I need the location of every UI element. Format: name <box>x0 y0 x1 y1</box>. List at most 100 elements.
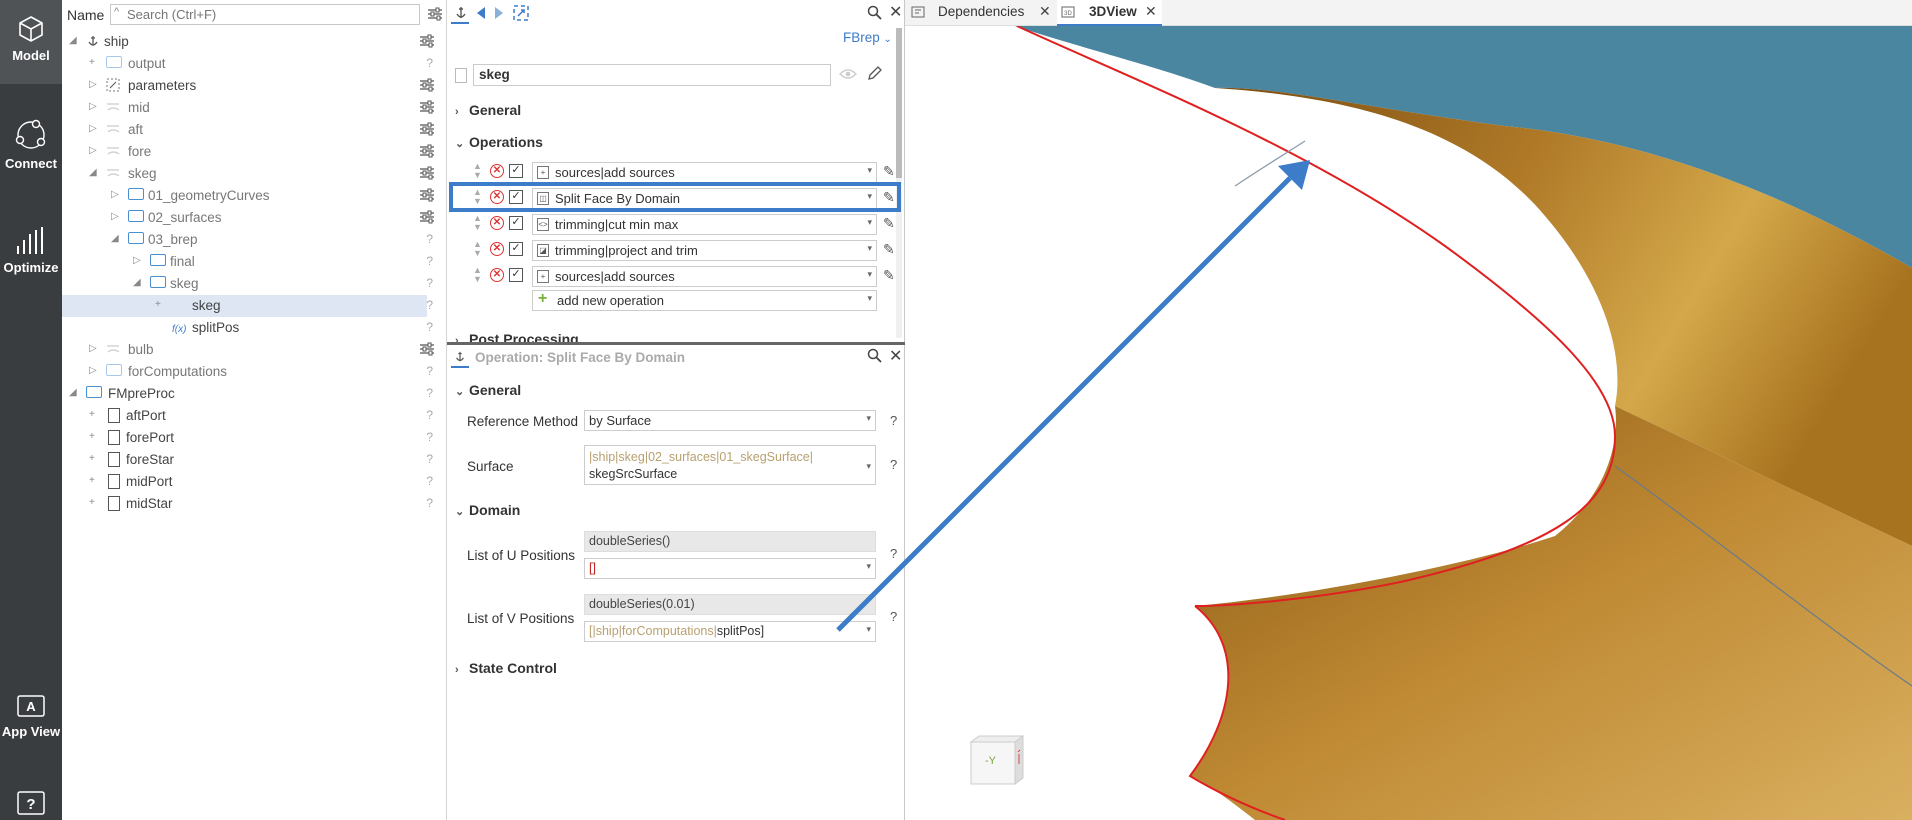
model-button[interactable]: Model <box>0 0 62 84</box>
v-positions-field[interactable]: [|ship|forComputations|splitPos] ▾ <box>584 621 876 642</box>
edit-pencil-icon[interactable]: ✎ <box>883 163 895 180</box>
tab-dependencies[interactable]: Dependencies ✕ <box>911 0 1056 26</box>
tree-row[interactable]: + skeg? <box>62 295 433 317</box>
expand-arrow-icon[interactable]: ◢ <box>89 167 97 178</box>
anchor-icon[interactable] <box>454 350 466 364</box>
help-icon[interactable]: ? <box>426 276 433 290</box>
enable-checkbox[interactable]: ✓ <box>509 216 523 230</box>
settings-sliders-icon[interactable] <box>419 210 435 227</box>
tree-row[interactable]: ▷ 02_surfaces <box>62 207 434 229</box>
tree-row[interactable]: + midStar? <box>62 493 433 515</box>
tree-row[interactable]: + forePort? <box>62 427 433 449</box>
search-icon[interactable] <box>867 5 882 20</box>
help-icon[interactable]: ? <box>426 320 433 334</box>
enable-checkbox[interactable]: ✓ <box>509 268 523 282</box>
help-icon[interactable]: ? <box>426 56 433 70</box>
expand-plus-icon[interactable]: + <box>155 299 161 310</box>
help-icon[interactable]: ? <box>426 232 433 246</box>
close-icon[interactable]: ✕ <box>889 346 902 366</box>
operations-section-header[interactable]: ⌄ Operations <box>455 134 543 150</box>
tree-row[interactable]: ◢ ship <box>62 31 434 53</box>
expand-plus-icon[interactable]: + <box>89 497 95 508</box>
operation-row[interactable]: ▲ ▼ ✕ ✓ ◫ Split Face By Domain ▾ ✎ <box>452 186 895 210</box>
search-icon[interactable] <box>867 348 882 363</box>
settings-sliders-icon[interactable] <box>419 78 435 95</box>
help-icon[interactable]: ? <box>426 364 433 378</box>
settings-sliders-icon[interactable] <box>419 342 435 359</box>
reorder-handle-icon[interactable]: ▲ ▼ <box>473 240 482 258</box>
scrollbar[interactable] <box>896 28 902 338</box>
help-icon[interactable]: ? <box>890 457 897 472</box>
help-icon[interactable]: ? <box>426 408 433 422</box>
help-icon[interactable]: ? <box>890 413 897 428</box>
expand-arrow-icon[interactable]: ◢ <box>111 233 119 244</box>
forward-arrow-icon[interactable] <box>493 6 505 20</box>
u-positions-field[interactable]: [] ▾ <box>584 558 876 579</box>
help-icon[interactable]: ? <box>426 386 433 400</box>
visibility-icon[interactable] <box>839 68 857 80</box>
edit-pencil-icon[interactable]: ✎ <box>883 241 895 258</box>
operation-field[interactable]: + sources|add sources ▾ <box>532 266 877 287</box>
expand-arrow-icon[interactable]: ◢ <box>133 277 141 288</box>
help-icon[interactable]: ? <box>890 546 897 561</box>
operation-field[interactable]: <> trimming|cut min max ▾ <box>532 214 877 235</box>
edit-pencil-icon[interactable] <box>867 65 883 81</box>
help-icon[interactable]: ? <box>426 474 433 488</box>
edit-pencil-icon[interactable]: ✎ <box>883 189 895 206</box>
operation-row[interactable]: ▲ ▼ ✕ ✓ + sources|add sources ▾ ✎ <box>452 264 895 288</box>
tree-row[interactable]: ◢ FMpreProc? <box>62 383 433 405</box>
3d-viewport[interactable]: -Y <box>905 26 1912 820</box>
settings-sliders-icon[interactable] <box>419 144 435 161</box>
help-icon[interactable]: ? <box>426 452 433 466</box>
orientation-cube[interactable]: -Y <box>965 732 1027 790</box>
settings-sliders-icon[interactable] <box>419 188 435 205</box>
expand-arrow-icon[interactable]: ▷ <box>89 343 97 354</box>
close-tab-icon[interactable]: ✕ <box>1145 3 1157 20</box>
tree-row[interactable]: ▷ parameters <box>62 75 434 97</box>
panel-splitter[interactable] <box>447 342 905 345</box>
help-icon[interactable]: ? <box>426 298 433 312</box>
expand-arrow-icon[interactable]: ▷ <box>89 145 97 156</box>
domain-section-header[interactable]: ⌄ Domain <box>455 502 520 518</box>
help-icon[interactable]: ? <box>426 496 433 510</box>
tree-row[interactable]: ▷ bulb <box>62 339 434 361</box>
reference-method-select[interactable]: by Surface ▾ <box>584 410 876 431</box>
op-general-section-header[interactable]: ⌄ General <box>455 382 521 398</box>
search-box[interactable]: ^ <box>110 4 420 25</box>
operation-field[interactable]: ◪ trimming|project and trim ▾ <box>532 240 877 261</box>
object-name-field[interactable]: skeg <box>473 64 831 86</box>
operation-row[interactable]: ▲ ▼ ✕ ✓ <> trimming|cut min max ▾ ✎ <box>452 212 895 236</box>
operation-field[interactable]: + sources|add sources ▾ <box>532 162 877 183</box>
settings-sliders-icon[interactable] <box>419 122 435 139</box>
anchor-icon[interactable] <box>454 5 468 21</box>
general-section-header[interactable]: › General <box>455 102 521 118</box>
reorder-handle-icon[interactable]: ▲ ▼ <box>473 188 482 206</box>
expand-plus-icon[interactable]: + <box>89 431 95 442</box>
remove-operation-icon[interactable]: ✕ <box>490 190 504 204</box>
close-tab-icon[interactable]: ✕ <box>1039 3 1051 20</box>
close-icon[interactable]: ✕ <box>889 2 902 22</box>
tree-row[interactable]: ▷ forComputations? <box>62 361 433 383</box>
operation-row[interactable]: ▲ ▼ ✕ ✓ + sources|add sources ▾ ✎ <box>452 160 895 184</box>
connect-button[interactable]: Connect <box>0 118 62 178</box>
settings-sliders-icon[interactable] <box>419 34 435 51</box>
help-icon[interactable]: ? <box>890 609 897 624</box>
state-control-section-header[interactable]: › State Control <box>455 660 557 676</box>
settings-sliders-icon[interactable] <box>419 100 435 117</box>
tree-row[interactable]: ▷ mid <box>62 97 434 119</box>
enable-checkbox[interactable]: ✓ <box>509 164 523 178</box>
help-icon[interactable]: ? <box>426 254 433 268</box>
expand-plus-icon[interactable]: + <box>89 453 95 464</box>
tree-row[interactable]: f(x) splitPos? <box>62 317 433 339</box>
help-icon[interactable]: ? <box>426 430 433 444</box>
remove-operation-icon[interactable]: ✕ <box>490 164 504 178</box>
operation-row[interactable]: ▲ ▼ ✕ ✓ ◪ trimming|project and trim ▾ ✎ <box>452 238 895 262</box>
tree-row[interactable]: ▷ fore <box>62 141 434 163</box>
expand-plus-icon[interactable]: + <box>89 409 95 420</box>
tree-row[interactable]: ▷ aft <box>62 119 434 141</box>
reorder-handle-icon[interactable]: ▲ ▼ <box>473 266 482 284</box>
tree-row[interactable]: ◢ 03_brep? <box>62 229 433 251</box>
enable-checkbox[interactable]: ✓ <box>509 242 523 256</box>
object-type-label[interactable]: FBrep ⌄ <box>843 30 892 45</box>
tree-row[interactable]: ◢ skeg? <box>62 273 433 295</box>
